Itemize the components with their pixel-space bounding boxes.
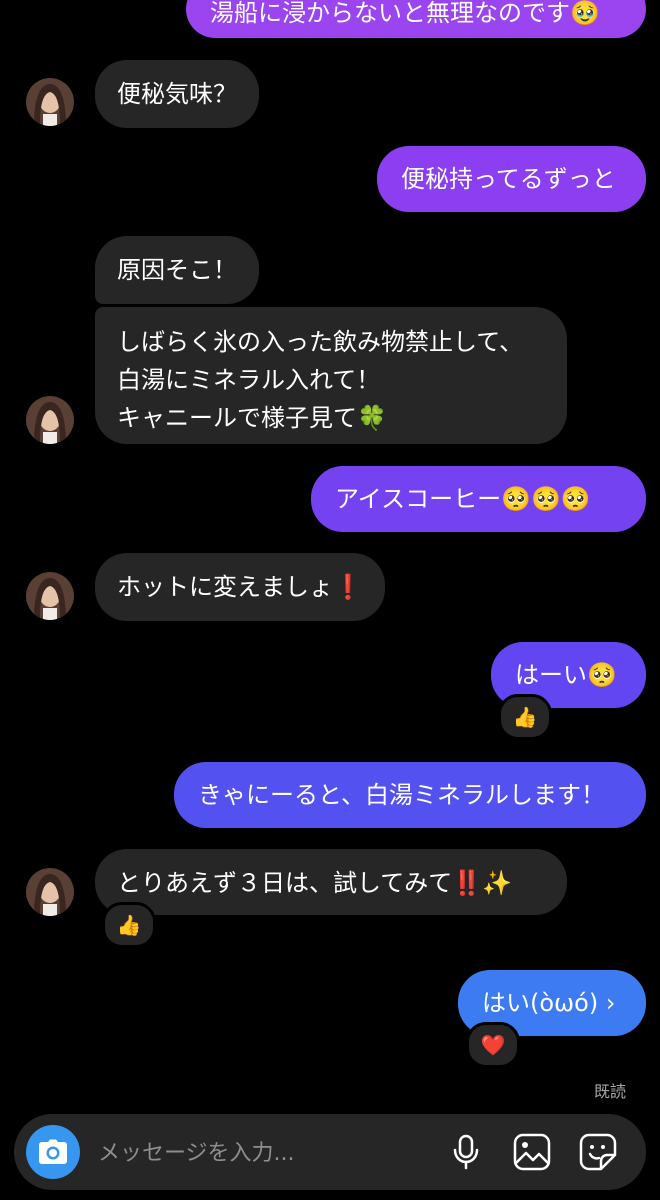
thumbs-up-icon: 👍	[512, 705, 538, 729]
camera-button[interactable]	[26, 1125, 80, 1179]
message-input[interactable]	[96, 1132, 430, 1174]
message-text: 便秘持ってるずっと	[401, 165, 616, 193]
message-line: キャニールで様子見て🍀	[117, 404, 387, 432]
microphone-icon	[453, 1134, 479, 1170]
avatar[interactable]	[26, 78, 74, 126]
message-text: アイスコーヒー🥺🥺🥺	[335, 485, 591, 513]
sticker-button[interactable]	[576, 1130, 620, 1174]
message-text: 便秘気味？	[117, 80, 237, 108]
incoming-message-bubble[interactable]: ホットに変えましょ❗️	[95, 553, 385, 621]
message-text: 湯船に浸からないと無理なのです🥹	[210, 0, 600, 27]
outgoing-message-bubble[interactable]: アイスコーヒー🥺🥺🥺	[311, 466, 646, 532]
avatar[interactable]	[26, 572, 74, 620]
message-reaction[interactable]: 👍	[498, 694, 552, 740]
message-text: きゃにーると、白湯ミネラルします！	[198, 781, 606, 809]
avatar[interactable]	[26, 396, 74, 444]
gallery-button[interactable]	[510, 1130, 554, 1174]
message-reaction[interactable]: ❤️	[466, 1022, 520, 1068]
image-icon	[513, 1133, 551, 1171]
message-reaction[interactable]: 👍	[102, 902, 156, 948]
outgoing-message-bubble[interactable]: 湯船に浸からないと無理なのです🥹	[186, 0, 646, 38]
camera-icon	[39, 1139, 67, 1164]
incoming-message-bubble[interactable]: 原因そこ！	[95, 236, 259, 304]
message-composer	[14, 1114, 646, 1190]
seen-indicator: 既読	[593, 1082, 626, 1101]
avatar[interactable]	[26, 868, 74, 916]
message-text: とりあえず３日は、試してみて‼️✨	[117, 869, 513, 897]
outgoing-message-bubble[interactable]: 便秘持ってるずっと	[377, 146, 646, 212]
sticker-icon	[579, 1133, 617, 1171]
message-line: しばらく氷の入った飲み物禁止して、	[117, 328, 524, 356]
incoming-message-bubble[interactable]: 便秘気味？	[95, 60, 259, 128]
message-text: ホットに変えましょ❗️	[117, 573, 363, 601]
message-text: 原因そこ！	[117, 256, 237, 284]
voice-message-button[interactable]	[444, 1130, 488, 1174]
heart-icon: ❤️	[480, 1033, 506, 1057]
thumbs-up-icon: 👍	[116, 913, 142, 937]
incoming-message-bubble[interactable]: とりあえず３日は、試してみて‼️✨	[95, 849, 567, 915]
message-text: はーい🥺	[515, 661, 617, 689]
incoming-message-bubble[interactable]: しばらく氷の入った飲み物禁止して、 白湯にミネラル入れて！ キャニールで様子見て…	[95, 307, 567, 444]
message-text: はい(òωó) ›	[482, 989, 616, 1017]
message-line: 白湯にミネラル入れて！	[117, 366, 381, 394]
outgoing-message-bubble[interactable]: きゃにーると、白湯ミネラルします！	[174, 762, 646, 828]
